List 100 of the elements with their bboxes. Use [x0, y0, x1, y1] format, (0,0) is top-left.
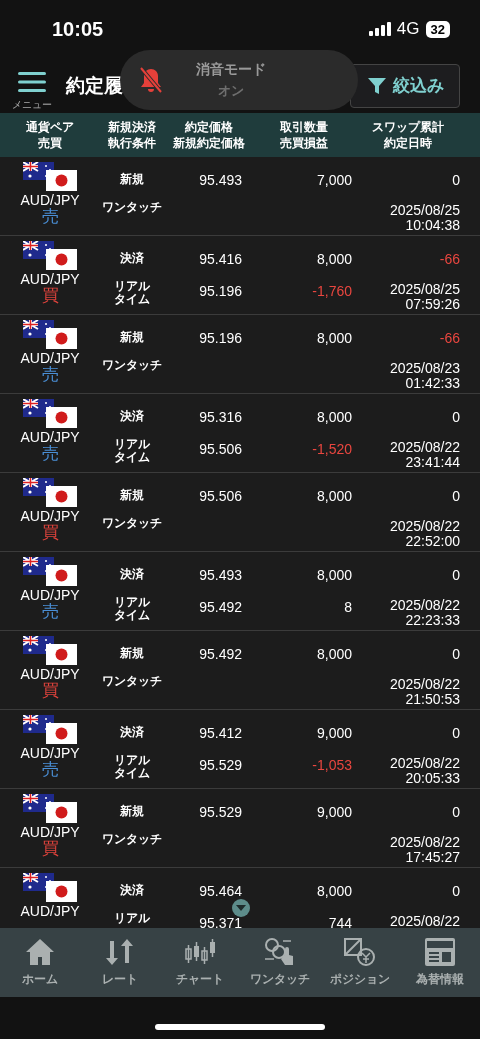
- profit-loss: -1,760: [311, 284, 352, 299]
- open-price: 95.196: [198, 284, 242, 299]
- trade-datetime: 2025/08/22 17:45:27: [388, 835, 460, 865]
- aud-jpy-flags-icon: [23, 636, 77, 665]
- trade-quantity: 9,000: [315, 725, 352, 743]
- filter-button[interactable]: 絞込み: [350, 63, 460, 108]
- execution-condition: ワンタッチ: [101, 359, 163, 372]
- trade-side: 売: [41, 208, 59, 227]
- trade-quantity: 8,000: [315, 567, 352, 585]
- trade-side: 買: [41, 840, 59, 859]
- aud-jpy-flags-icon: [23, 162, 77, 191]
- aud-jpy-flags-icon: [23, 320, 77, 349]
- nav-tab[interactable]: チャート: [161, 937, 239, 988]
- trade-side: 買: [41, 287, 59, 306]
- execution-condition: リアル タイム: [113, 438, 151, 464]
- trade-side: 買: [41, 524, 59, 543]
- trade-quantity: 8,000: [315, 251, 352, 269]
- trade-type: 新規: [119, 329, 145, 346]
- trade-type: 新規: [119, 645, 145, 662]
- currency-pair: AUD/JPY: [20, 508, 80, 524]
- aud-jpy-flags-icon: [23, 241, 77, 270]
- column-header: 約定価格 新規約定価格: [172, 118, 246, 152]
- chart-icon: [183, 937, 217, 967]
- nav-tab[interactable]: ホーム: [1, 937, 79, 988]
- trade-type: 決済: [119, 566, 145, 583]
- trade-type: 決済: [119, 250, 145, 267]
- currency-pair: AUD/JPY: [20, 824, 80, 840]
- execution-condition: ワンタッチ: [101, 833, 163, 846]
- trade-datetime: 2025/08/22 20:05:33: [388, 756, 460, 786]
- trade-datetime: 2025/08/22 22:23:33: [388, 598, 460, 628]
- status-time: 10:05: [52, 17, 104, 41]
- column-header: スワップ累計 約定日時: [371, 118, 445, 152]
- execution-price: 95.464: [198, 883, 242, 901]
- profit-loss: -1,520: [311, 442, 352, 457]
- caret-icon: [236, 905, 246, 911]
- page-title: 約定履: [66, 73, 123, 98]
- toast-title: 消音モード: [196, 60, 266, 79]
- profit-loss: -1,053: [311, 758, 352, 773]
- battery-level: 32: [425, 20, 450, 38]
- execution-price: 95.506: [198, 488, 242, 506]
- trade-datetime: 2025/08/25 07:59:26: [388, 282, 460, 312]
- trade-quantity: 9,000: [315, 804, 352, 822]
- execution-price: 95.493: [198, 172, 242, 190]
- aud-jpy-flags-icon: [23, 873, 77, 902]
- aud-jpy-flags-icon: [23, 794, 77, 823]
- swap-total: 0: [451, 172, 460, 190]
- network-type: 4G: [396, 19, 420, 39]
- profit-loss: 744: [327, 916, 352, 928]
- profit-loss: 8: [343, 600, 352, 615]
- swap-total: 0: [451, 409, 460, 427]
- swap-total: 0: [451, 567, 460, 585]
- news-icon: [423, 937, 457, 967]
- currency-pair: AUD/JPY: [20, 903, 80, 919]
- currency-pair: AUD/JPY: [20, 350, 80, 366]
- trade-quantity: 8,000: [315, 883, 352, 901]
- execution-condition: リアル: [113, 912, 151, 925]
- swap-total: 0: [451, 488, 460, 506]
- swap-total: 0: [451, 725, 460, 743]
- aud-jpy-flags-icon: [23, 557, 77, 586]
- execution-price: 95.529: [198, 804, 242, 822]
- open-price: 95.371: [198, 916, 242, 928]
- column-header: 通貨ペア 売買: [25, 118, 75, 152]
- nav-tab[interactable]: ワンタッチ: [241, 937, 319, 988]
- execution-price: 95.412: [198, 725, 242, 743]
- trade-quantity: 8,000: [315, 646, 352, 664]
- trade-datetime: 2025/08/22 21:50:53: [388, 677, 460, 707]
- currency-pair: AUD/JPY: [20, 745, 80, 761]
- trade-type: 新規: [119, 171, 145, 188]
- menu-icon: [18, 71, 46, 92]
- nav-tab[interactable]: レート: [81, 937, 159, 988]
- nav-tab[interactable]: ポジション: [321, 937, 399, 988]
- swap-total: 0: [451, 804, 460, 822]
- trade-type: 新規: [119, 487, 145, 504]
- currency-pair: AUD/JPY: [20, 271, 80, 287]
- execution-price: 95.196: [198, 330, 242, 348]
- execution-condition: ワンタッチ: [101, 517, 163, 530]
- execution-price: 95.492: [198, 646, 242, 664]
- nav-tab[interactable]: 為替情報: [401, 937, 479, 988]
- column-header: 取引数量 売買損益: [279, 118, 329, 152]
- toast-status: オン: [218, 81, 244, 100]
- trade-type: 決済: [119, 408, 145, 425]
- trade-quantity: 7,000: [315, 172, 352, 190]
- swap-total: -66: [438, 251, 460, 269]
- aud-jpy-flags-icon: [23, 715, 77, 744]
- trade-datetime: 2025/08/23 01:42:33: [388, 361, 460, 391]
- signal-icon: [368, 22, 391, 36]
- execution-condition: リアル タイム: [113, 754, 151, 780]
- menu-button[interactable]: メニュー: [12, 71, 52, 112]
- currency-pair: AUD/JPY: [20, 429, 80, 445]
- open-price: 95.492: [198, 600, 242, 615]
- trade-quantity: 8,000: [315, 330, 352, 348]
- swap-total: 0: [451, 646, 460, 664]
- column-header: 新規決済 執行条件: [107, 118, 157, 152]
- execution-condition: ワンタッチ: [101, 675, 163, 688]
- open-price: 95.529: [198, 758, 242, 773]
- bell-slash-icon: [138, 66, 164, 94]
- execution-price: 95.316: [198, 409, 242, 427]
- aud-jpy-flags-icon: [23, 399, 77, 428]
- aud-jpy-flags-icon: [23, 478, 77, 507]
- trade-side: 売: [41, 366, 59, 385]
